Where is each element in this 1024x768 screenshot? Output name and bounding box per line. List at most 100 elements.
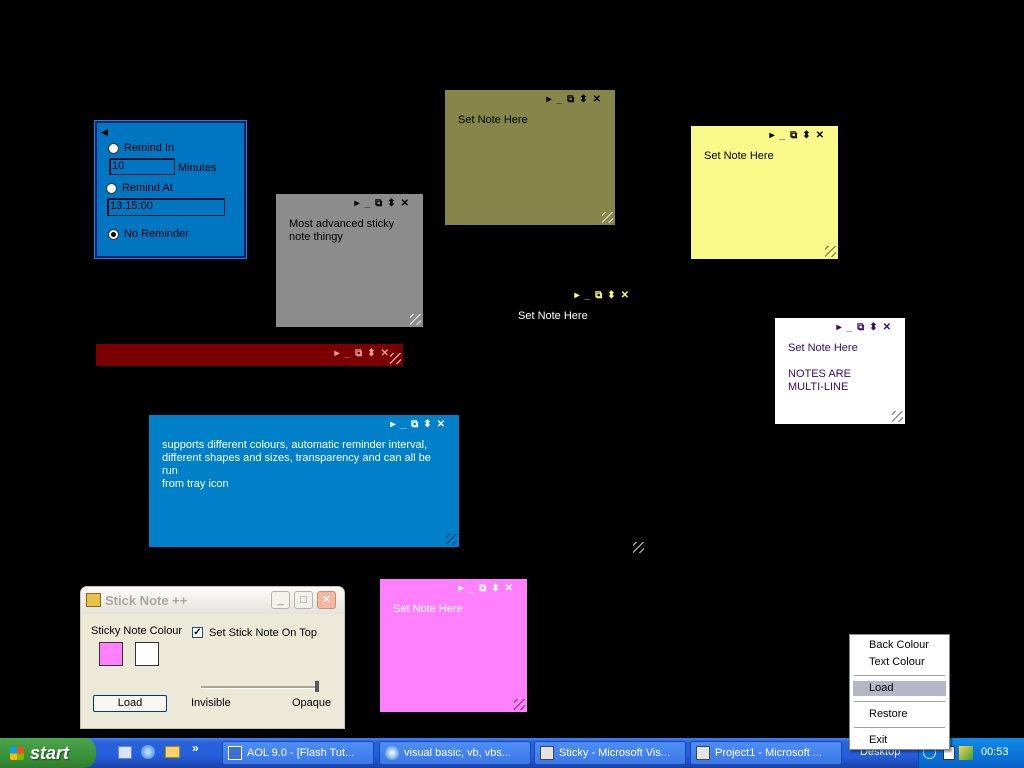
taskbar-item-aol[interactable]: AOL 9.0 - [Flash Tut... bbox=[222, 741, 374, 765]
remind-at-label: Remind At bbox=[122, 182, 173, 194]
resize-grip-icon[interactable] bbox=[390, 353, 401, 364]
minimize-icon[interactable]: _ bbox=[557, 94, 563, 106]
minimize-icon[interactable]: _ bbox=[345, 348, 351, 360]
minimize-icon[interactable]: _ bbox=[365, 198, 371, 210]
note-text[interactable]: Set Note Here bbox=[458, 114, 605, 127]
taskbar-item-browser[interactable]: visual basic, vb, vbs... bbox=[379, 741, 531, 765]
menu-arrow-icon[interactable]: ▸ bbox=[836, 322, 841, 334]
sticky-note-grey[interactable]: ▸ _ ⧉ ⬍ ✕ Most advanced sticky note thin… bbox=[276, 194, 423, 327]
menu-arrow-icon[interactable]: ▸ bbox=[546, 94, 551, 106]
time-input[interactable]: 13:15:00 bbox=[107, 198, 225, 216]
text-colour-swatch[interactable] bbox=[135, 642, 159, 666]
folder-icon[interactable] bbox=[165, 746, 180, 758]
minimize-icon[interactable]: _ bbox=[585, 290, 591, 302]
restore-icon[interactable]: ⧉ bbox=[857, 322, 864, 334]
note-text[interactable]: Most advanced sticky note thingy bbox=[289, 218, 413, 244]
quicklaunch-more-icon[interactable]: » bbox=[192, 741, 199, 755]
menu-item-load[interactable]: Load bbox=[853, 681, 946, 696]
resize-grip-icon[interactable] bbox=[446, 534, 457, 545]
resize-grip-icon[interactable] bbox=[410, 314, 421, 325]
note-text[interactable]: Set Note Here bbox=[518, 310, 637, 323]
menu-item-restore[interactable]: Restore bbox=[853, 707, 946, 722]
close-icon[interactable]: ✕ bbox=[593, 94, 601, 106]
no-reminder-radio[interactable] bbox=[108, 228, 119, 240]
note-text[interactable]: Set Note Here bbox=[393, 603, 517, 616]
resize-grip-icon[interactable] bbox=[602, 212, 613, 223]
restore-icon[interactable]: ⧉ bbox=[375, 198, 382, 210]
resize-icon[interactable]: ⬍ bbox=[491, 583, 499, 595]
menu-item-back-colour[interactable]: Back Colour bbox=[853, 638, 946, 653]
maximize-button[interactable]: □ bbox=[294, 591, 313, 609]
no-reminder-option[interactable]: No Reminder bbox=[108, 228, 189, 240]
resize-grip-icon[interactable] bbox=[633, 542, 644, 553]
close-icon[interactable]: ✕ bbox=[381, 348, 389, 360]
minimize-icon[interactable]: _ bbox=[780, 130, 786, 142]
sticky-note-darkred[interactable]: ▸ _ ⧉ ⬍ ✕ bbox=[96, 344, 403, 366]
menu-separator bbox=[854, 701, 945, 702]
on-top-checkbox[interactable]: ✓ bbox=[192, 627, 203, 638]
remind-in-radio[interactable] bbox=[108, 142, 119, 154]
resize-icon[interactable]: ⬍ bbox=[367, 348, 375, 360]
note-text[interactable]: Set Note Here NOTES ARE MULTI-LINE bbox=[788, 342, 895, 394]
opacity-slider-thumb[interactable] bbox=[315, 681, 319, 692]
minimize-icon[interactable]: _ bbox=[847, 322, 853, 334]
close-icon[interactable]: ✕ bbox=[505, 583, 513, 595]
close-icon[interactable]: ✕ bbox=[401, 198, 409, 210]
internet-explorer-icon[interactable] bbox=[141, 745, 155, 759]
menu-arrow-icon[interactable]: ▸ bbox=[334, 348, 339, 360]
resize-icon[interactable]: ⬍ bbox=[869, 322, 877, 334]
minutes-input[interactable]: 10 bbox=[109, 158, 175, 175]
remind-at-radio[interactable] bbox=[106, 182, 117, 194]
remind-in-option[interactable]: Remind In bbox=[108, 142, 174, 154]
restore-icon[interactable]: ⧉ bbox=[595, 290, 602, 302]
sticky-note-transparent[interactable]: ▸ _ ⧉ ⬍ ✕ Set Note Here bbox=[505, 286, 647, 555]
note-text[interactable]: supports different colours, automatic re… bbox=[162, 439, 449, 491]
taskbar-item-project1[interactable]: Project1 - Microsoft ... bbox=[690, 741, 842, 765]
start-button[interactable]: start bbox=[0, 738, 96, 768]
restore-icon[interactable]: ⧉ bbox=[479, 583, 486, 595]
opacity-slider-track[interactable] bbox=[201, 686, 319, 689]
show-desktop-icon[interactable] bbox=[118, 746, 132, 759]
menu-arrow-icon[interactable]: ▸ bbox=[769, 130, 774, 142]
menu-arrow-icon[interactable]: ▸ bbox=[390, 419, 395, 431]
sticky-note-white[interactable]: ▸ _ ⧉ ⬍ ✕ Set Note Here NOTES ARE MULTI-… bbox=[775, 318, 905, 424]
resize-icon[interactable]: ⬍ bbox=[802, 130, 810, 142]
note-text[interactable]: Set Note Here bbox=[704, 150, 828, 163]
menu-arrow-icon[interactable]: ▸ bbox=[574, 290, 579, 302]
clock[interactable]: 00:53 bbox=[981, 746, 1009, 758]
load-button[interactable]: Load bbox=[93, 695, 167, 712]
resize-grip-icon[interactable] bbox=[514, 699, 525, 710]
minimize-icon[interactable]: _ bbox=[401, 419, 407, 431]
restore-icon[interactable]: ⧉ bbox=[411, 419, 418, 431]
restore-icon[interactable]: ⧉ bbox=[355, 348, 362, 360]
sticky-note-pink[interactable]: ▸ _ ⧉ ⬍ ✕ Set Note Here bbox=[380, 579, 527, 712]
minimize-icon[interactable]: _ bbox=[469, 583, 475, 595]
menu-arrow-icon[interactable]: ▸ bbox=[354, 198, 359, 210]
back-colour-swatch[interactable] bbox=[99, 642, 123, 666]
sticky-note-blue[interactable]: ▸ _ ⧉ ⬍ ✕ supports different colours, au… bbox=[149, 415, 459, 547]
resize-icon[interactable]: ⬍ bbox=[607, 290, 615, 302]
sticky-note-olive[interactable]: ▸ _ ⧉ ⬍ ✕ Set Note Here bbox=[445, 90, 615, 225]
restore-icon[interactable]: ⧉ bbox=[790, 130, 797, 142]
menu-item-exit[interactable]: Exit bbox=[853, 733, 946, 748]
minimize-button[interactable]: _ bbox=[271, 591, 290, 609]
remind-at-option[interactable]: Remind At bbox=[106, 182, 173, 194]
resize-icon[interactable]: ⬍ bbox=[387, 198, 395, 210]
taskbar-item-sticky-vb[interactable]: Sticky - Microsoft Vis... bbox=[534, 741, 686, 765]
sticky-note-yellow[interactable]: ▸ _ ⧉ ⬍ ✕ Set Note Here bbox=[691, 126, 838, 259]
resize-icon[interactable]: ⬍ bbox=[423, 419, 431, 431]
resize-grip-icon[interactable] bbox=[892, 411, 903, 422]
close-icon[interactable]: ✕ bbox=[437, 419, 445, 431]
close-button[interactable]: ✕ bbox=[317, 591, 336, 609]
menu-item-text-colour[interactable]: Text Colour bbox=[853, 655, 946, 670]
resize-icon[interactable]: ⬍ bbox=[579, 94, 587, 106]
close-icon[interactable]: ✕ bbox=[621, 290, 629, 302]
network-icon[interactable] bbox=[959, 746, 973, 760]
menu-arrow-icon[interactable]: ▸ bbox=[458, 583, 463, 595]
resize-grip-icon[interactable] bbox=[825, 246, 836, 257]
close-icon[interactable]: ✕ bbox=[816, 130, 824, 142]
collapse-arrow-icon[interactable]: ◀ bbox=[101, 127, 108, 138]
close-icon[interactable]: ✕ bbox=[883, 322, 891, 334]
menu-separator bbox=[854, 727, 945, 728]
restore-icon[interactable]: ⧉ bbox=[567, 94, 574, 106]
